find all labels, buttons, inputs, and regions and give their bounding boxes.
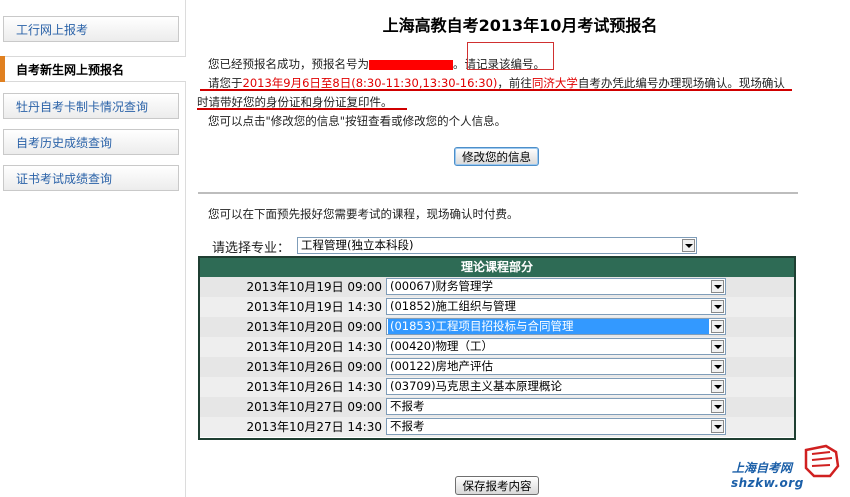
chevron-down-icon bbox=[682, 239, 695, 252]
exam-time: 2013年10月20日 09:00 bbox=[246, 320, 382, 334]
sidebar-item-peony-card-query[interactable]: 牡丹自考卡制卡情况查询 bbox=[3, 93, 179, 119]
table-row: 2013年10月20日 09:00 (01853)工程项目招投标与合同管理 bbox=[200, 317, 794, 338]
chevron-down-icon bbox=[711, 340, 724, 353]
page-title: 上海高教自考2013年10月考试预报名 bbox=[382, 16, 658, 35]
chevron-down-icon bbox=[711, 280, 724, 293]
edit-info-button[interactable]: 修改您的信息 bbox=[454, 147, 539, 166]
fist-logo-icon bbox=[804, 444, 840, 478]
table-row: 2013年10月26日 14:30 (03709)马克思主义基本原理概论 bbox=[200, 377, 794, 398]
exam-time: 2013年10月27日 09:00 bbox=[246, 400, 382, 414]
sidebar-item-certificate-scores[interactable]: 证书考试成绩查询 bbox=[3, 165, 179, 191]
exam-time: 2013年10月27日 14:30 bbox=[246, 420, 382, 434]
confirm-date: 2013年9月6日至8日(8:30-11:30,13:30-16:30) bbox=[242, 76, 498, 90]
notice-text: ，前往 bbox=[497, 76, 532, 90]
sidebar-item-icbc-registration[interactable]: 工行网上报考 bbox=[3, 16, 179, 42]
course-select[interactable]: (00067)财务管理学 bbox=[386, 278, 726, 295]
course-select[interactable]: (01852)施工组织与管理 bbox=[386, 298, 726, 315]
highlight-box bbox=[467, 42, 554, 70]
exam-time: 2013年10月19日 14:30 bbox=[246, 300, 382, 314]
redacted-number bbox=[369, 59, 453, 70]
table-row: 2013年10月20日 14:30 (00420)物理（工） bbox=[200, 337, 794, 358]
course-select[interactable]: (00122)房地产评估 bbox=[386, 358, 726, 375]
sidebar-item-new-student-preregistration[interactable]: 自考新生网上预报名 bbox=[0, 56, 186, 82]
chevron-down-icon bbox=[711, 400, 724, 413]
exam-time: 2013年10月19日 09:00 bbox=[246, 280, 382, 294]
course-select[interactable]: (01853)工程项目招投标与合同管理 bbox=[386, 318, 726, 335]
watermark-logo-url: shzkw.org bbox=[731, 476, 804, 490]
table-header: 理论课程部分 bbox=[200, 258, 794, 277]
active-indicator bbox=[0, 56, 5, 82]
confirm-school: 同济大学 bbox=[531, 76, 578, 90]
major-label: 请选择专业： bbox=[212, 241, 291, 256]
notice-text: 请您于 bbox=[208, 76, 243, 90]
sidebar-item-history-scores[interactable]: 自考历史成绩查询 bbox=[3, 129, 179, 155]
table-row: 2013年10月27日 14:30 不报考 bbox=[200, 417, 794, 438]
notice-text: 自考办凭此编号办理现场确认。现场确认 bbox=[577, 76, 785, 90]
major-select[interactable]: 工程管理(独立本科段) bbox=[297, 237, 697, 254]
course-hint: 您可以在下面预先报好您需要考试的课程，现场确认时付费。 bbox=[208, 207, 519, 221]
table-row: 2013年10月19日 14:30 (01852)施工组织与管理 bbox=[200, 297, 794, 318]
course-select[interactable]: 不报考 bbox=[386, 398, 726, 415]
chevron-down-icon bbox=[711, 360, 724, 373]
chevron-down-icon bbox=[711, 320, 724, 333]
exam-time: 2013年10月26日 09:00 bbox=[246, 360, 382, 374]
save-registration-button[interactable]: 保存报考内容 bbox=[455, 476, 539, 495]
table-row: 2013年10月19日 09:00 (00067)财务管理学 bbox=[200, 277, 794, 298]
chevron-down-icon bbox=[711, 300, 724, 313]
course-table: 理论课程部分 2013年10月19日 09:00 (00067)财务管理学 20… bbox=[198, 256, 796, 440]
notice-line-4: 您可以点击"修改您的信息"按钮查看或修改您的个人信息。 bbox=[208, 114, 507, 128]
underline-mark bbox=[197, 108, 407, 110]
exam-time: 2013年10月20日 14:30 bbox=[246, 340, 382, 354]
course-select[interactable]: (03709)马克思主义基本原理概论 bbox=[386, 378, 726, 395]
table-row: 2013年10月26日 09:00 (00122)房地产评估 bbox=[200, 357, 794, 378]
chevron-down-icon bbox=[711, 420, 724, 433]
course-select[interactable]: 不报考 bbox=[386, 418, 726, 435]
watermark-logo-text: 上海自考网 bbox=[732, 461, 793, 475]
underline-mark bbox=[200, 89, 792, 91]
sidebar-item-label: 自考新生网上预报名 bbox=[16, 63, 125, 77]
course-select[interactable]: (00420)物理（工） bbox=[386, 338, 726, 355]
section-divider bbox=[198, 192, 798, 194]
chevron-down-icon bbox=[711, 380, 724, 393]
table-row: 2013年10月27日 09:00 不报考 bbox=[200, 397, 794, 418]
notice-prefix: 您已经预报名成功，预报名号为 bbox=[208, 57, 369, 71]
exam-time: 2013年10月26日 14:30 bbox=[246, 380, 382, 394]
